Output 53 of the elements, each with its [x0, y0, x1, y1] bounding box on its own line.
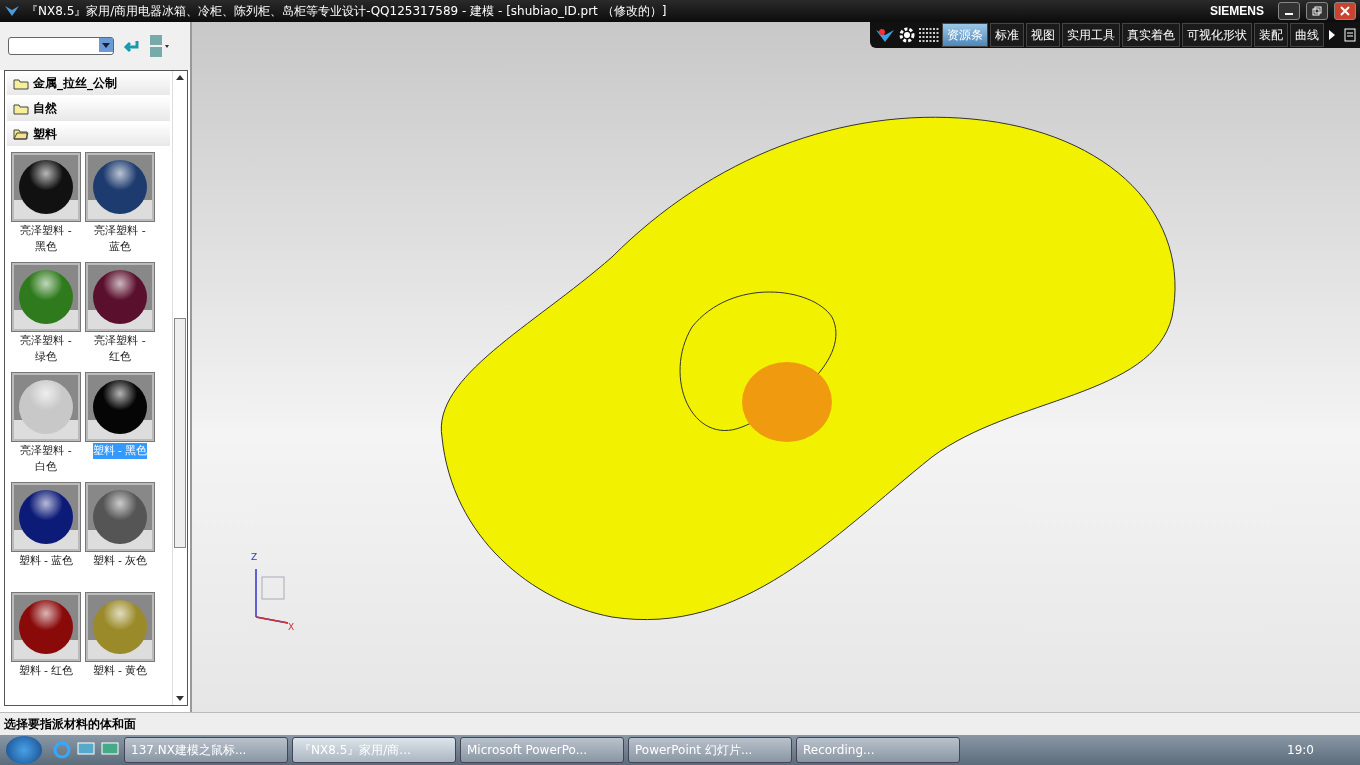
material-thumbnail[interactable] [12, 593, 80, 661]
toolbar-tab[interactable]: 标准 [990, 23, 1024, 47]
app-logo-icon [4, 4, 20, 18]
settings-icon[interactable] [898, 26, 916, 44]
material-label: 亮泽塑料 - 绿色 [19, 333, 73, 365]
start-button[interactable] [6, 736, 42, 764]
material-dropdown[interactable] [8, 37, 114, 55]
material-label: 塑料 - 红色 [18, 663, 74, 679]
status-message: 选择要指派材料的体和面 [4, 715, 136, 733]
scroll-up-icon[interactable] [176, 75, 184, 80]
material-thumbnail[interactable] [86, 153, 154, 221]
material-thumbnail[interactable] [86, 263, 154, 331]
logo-icon [874, 26, 896, 44]
axis-label: Z [251, 552, 258, 562]
clock: 19:0 [1287, 743, 1314, 757]
material-thumbnail[interactable] [86, 593, 154, 661]
material-thumbnail[interactable] [12, 263, 80, 331]
grid-icon[interactable] [918, 26, 940, 44]
close-icon [1340, 6, 1350, 16]
material-thumbnail[interactable] [12, 153, 80, 221]
restore-icon [1312, 6, 1322, 16]
axis-label: X [288, 622, 295, 632]
folder-item[interactable]: 金属_拉丝_公制 [7, 72, 170, 96]
material-thumbnail[interactable] [12, 483, 80, 551]
material-label: 亮泽塑料 - 蓝色 [93, 223, 147, 255]
toolbar-tab[interactable]: 实用工具 [1062, 23, 1120, 47]
material-label: 亮泽塑料 - 黑色 [19, 223, 73, 255]
folder-item[interactable]: 自然 [7, 97, 170, 121]
material-label: 塑料 - 黄色 [92, 663, 148, 679]
restore-button[interactable] [1306, 2, 1328, 20]
material-thumbnail[interactable] [12, 373, 80, 441]
folder-icon [13, 128, 29, 141]
material-label: 亮泽塑料 - 红色 [93, 333, 147, 365]
material-thumbnail[interactable] [86, 373, 154, 441]
toolbar-tab[interactable]: 装配 [1254, 23, 1288, 47]
window-title: 『NX8.5』家用/商用电器冰箱、冷柜、陈列柜、岛柜等专业设计-QQ125317589 - 建模 - [shubiao_ID.prt （修改的）] [26, 2, 668, 20]
folder-icon [13, 77, 29, 90]
brand-label: SIEMENS [1210, 4, 1264, 18]
toolbar-tab[interactable]: 真实着色 [1122, 23, 1180, 47]
toolbar-tab[interactable]: 视图 [1026, 23, 1060, 47]
toolbar-tab[interactable]: 曲线 [1290, 23, 1324, 47]
scrollbar-thumb[interactable] [174, 318, 186, 548]
return-arrow-icon[interactable] [122, 39, 140, 53]
material-label: 塑料 - 蓝色 [18, 553, 74, 569]
minimize-button[interactable] [1278, 2, 1300, 20]
material-label: 亮泽塑料 - 白色 [19, 443, 73, 475]
material-label: 塑料 - 灰色 [92, 553, 148, 569]
folder-icon [13, 103, 29, 115]
toolbar-tab[interactable]: 可视化形状 [1182, 23, 1252, 47]
material-label: 塑料 - 黑色 [92, 443, 148, 459]
scroll-down-icon[interactable] [176, 696, 184, 701]
close-button[interactable] [1334, 2, 1356, 20]
material-thumbnail[interactable] [86, 483, 154, 551]
